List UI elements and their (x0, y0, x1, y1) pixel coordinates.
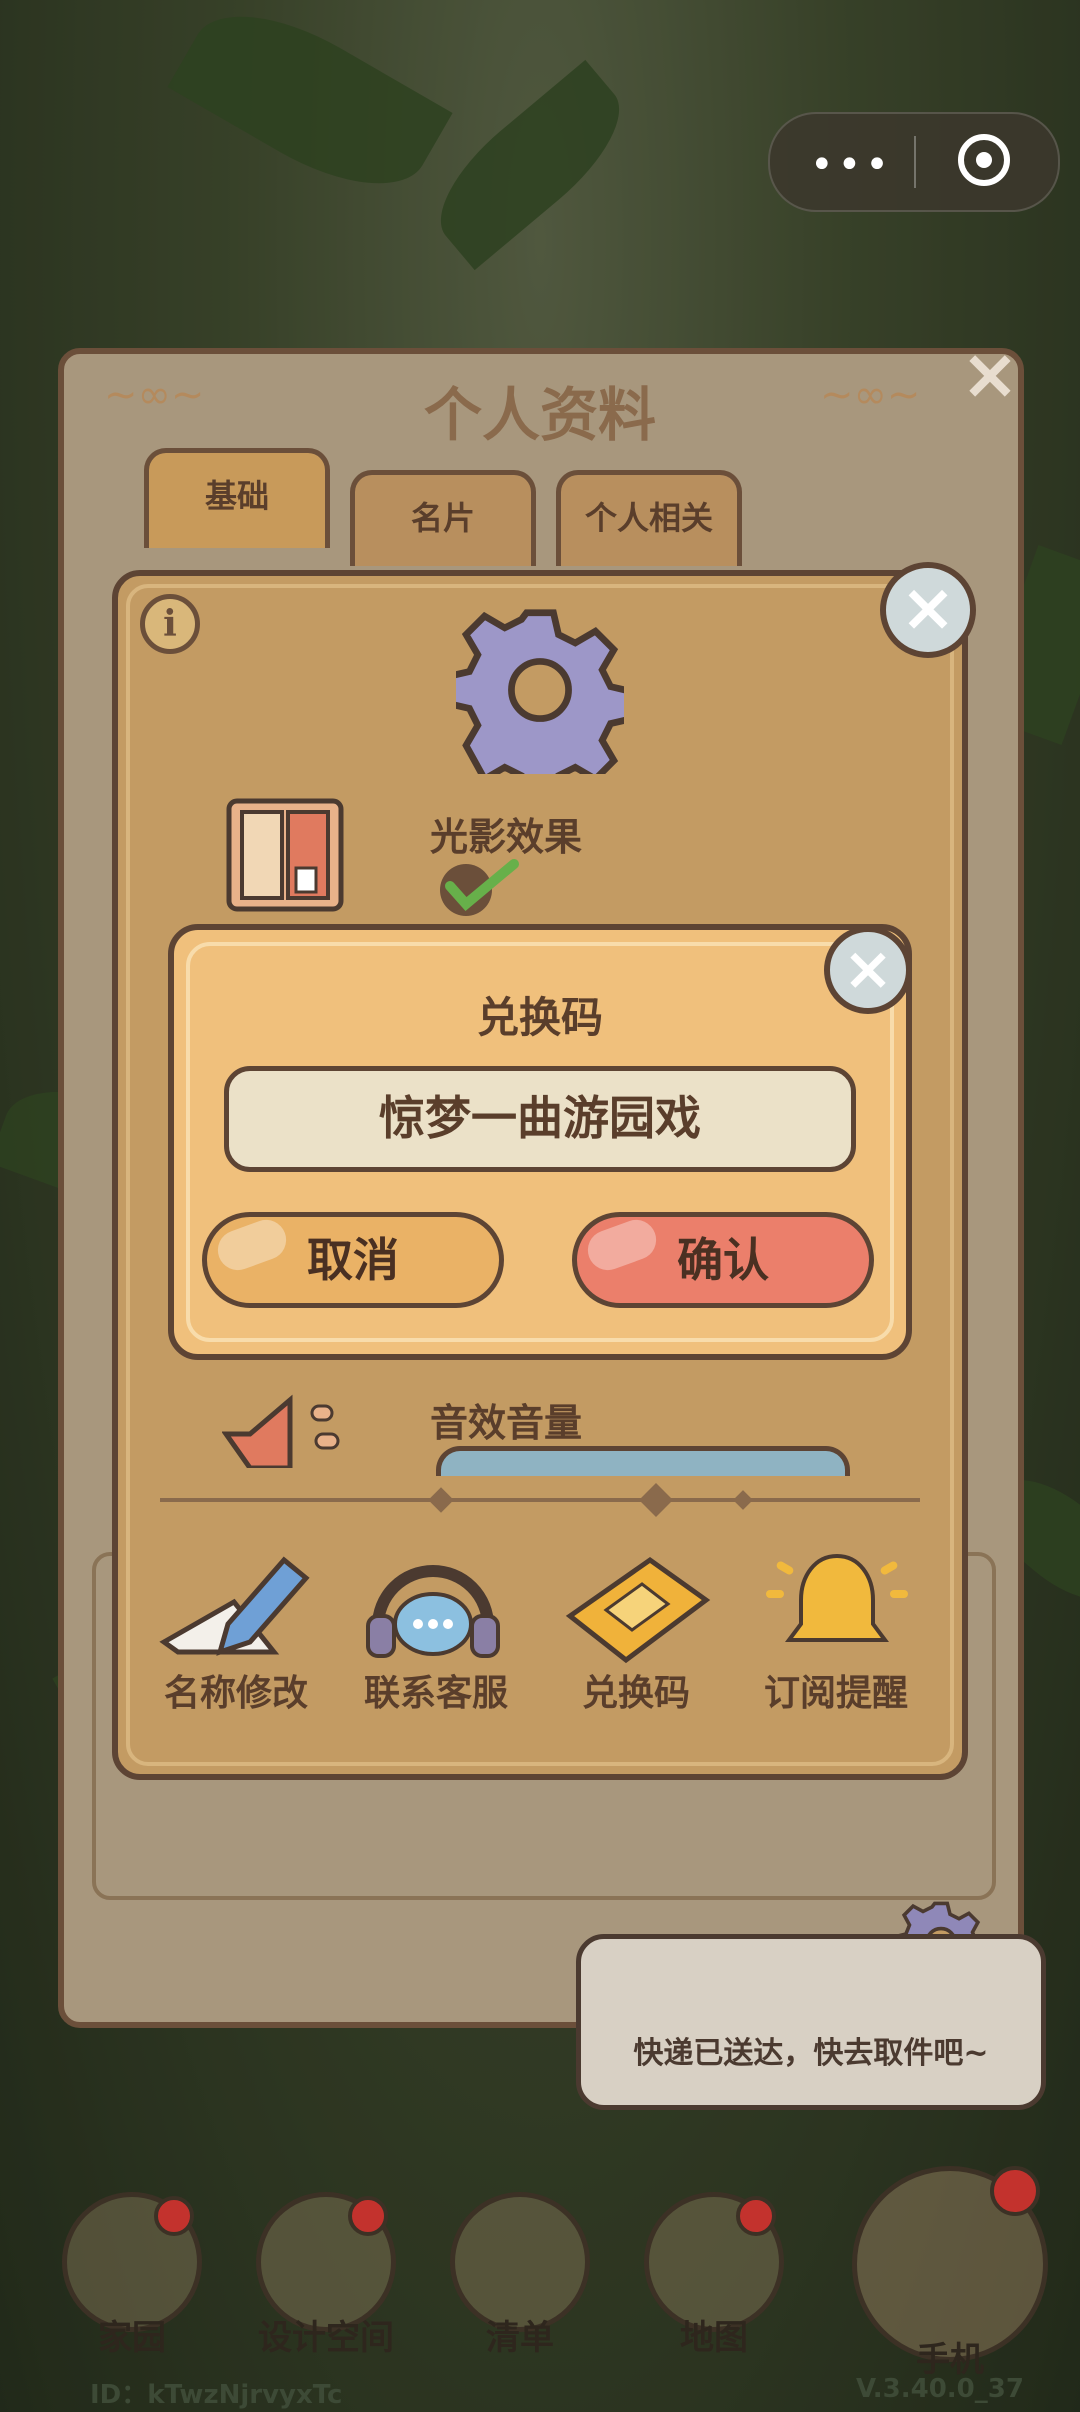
cancel-button-label: 取消 (307, 1233, 399, 1287)
customer-service-label[interactable]: 联系客服 (336, 1664, 536, 1716)
red-dot-badge (736, 2196, 776, 2236)
ticket-icon[interactable] (560, 1556, 712, 1664)
more-icon[interactable]: ••• (810, 142, 893, 188)
info-icon[interactable]: i (140, 594, 200, 654)
rename-label[interactable]: 名称修改 (136, 1664, 336, 1716)
redeem-title: 兑换码 (476, 993, 603, 1042)
nav-map-label[interactable]: 地图 (624, 2310, 804, 2359)
bell-icon[interactable] (762, 1550, 912, 1664)
mini-program-capsule: ••• (768, 112, 1060, 212)
tab-personal[interactable]: 个人相关 (556, 470, 742, 566)
settings-gear-icon (456, 609, 624, 774)
subscribe-reminder-label[interactable]: 订阅提醒 (736, 1664, 936, 1716)
profile-panel-title: 个人资料 (423, 381, 656, 449)
notification-text: 快递已送达，快去取件吧~ (633, 2036, 989, 2071)
sound-volume-label: 音效音量 (430, 1401, 583, 1445)
headset-icon[interactable] (360, 1556, 506, 1664)
settings-divider (160, 1498, 920, 1502)
nav-home-label[interactable]: 家园 (42, 2310, 222, 2359)
notification-bubble[interactable] (576, 1934, 1046, 2110)
profile-close-icon[interactable]: × (958, 339, 1022, 410)
confirm-button[interactable]: 确认 (572, 1212, 874, 1308)
redeem-code-label[interactable]: 兑换码 (536, 1664, 736, 1716)
red-dot-badge (154, 2196, 194, 2236)
close-miniprogram-icon[interactable] (958, 134, 1010, 186)
red-dot-badge (348, 2196, 388, 2236)
redeem-code-input[interactable]: 惊梦一曲游园戏 (224, 1066, 856, 1172)
red-dot-badge (990, 2166, 1040, 2216)
cancel-button[interactable]: 取消 (202, 1212, 504, 1308)
settings-close-button[interactable]: × (880, 562, 976, 658)
tab-basic[interactable]: 基础 (144, 448, 330, 548)
sound-volume-slider[interactable] (436, 1446, 850, 1476)
user-id-text: ID：kTwzNjrvyxTc (90, 2380, 343, 2410)
tab-card[interactable]: 名片 (350, 470, 536, 566)
capsule-divider (914, 136, 916, 188)
nav-design-label[interactable]: 设计空间 (236, 2310, 416, 2359)
speaker-icon (222, 1394, 340, 1468)
confirm-button-label: 确认 (677, 1233, 769, 1287)
light-effect-icon (226, 798, 344, 912)
version-text: V.3.40.0_37 (856, 2374, 1024, 2404)
nav-list-label[interactable]: 清单 (430, 2310, 610, 2359)
pencil-paper-icon[interactable] (158, 1552, 312, 1664)
light-effect-checkbox[interactable] (436, 856, 526, 920)
light-effect-label: 光影效果 (430, 815, 583, 859)
